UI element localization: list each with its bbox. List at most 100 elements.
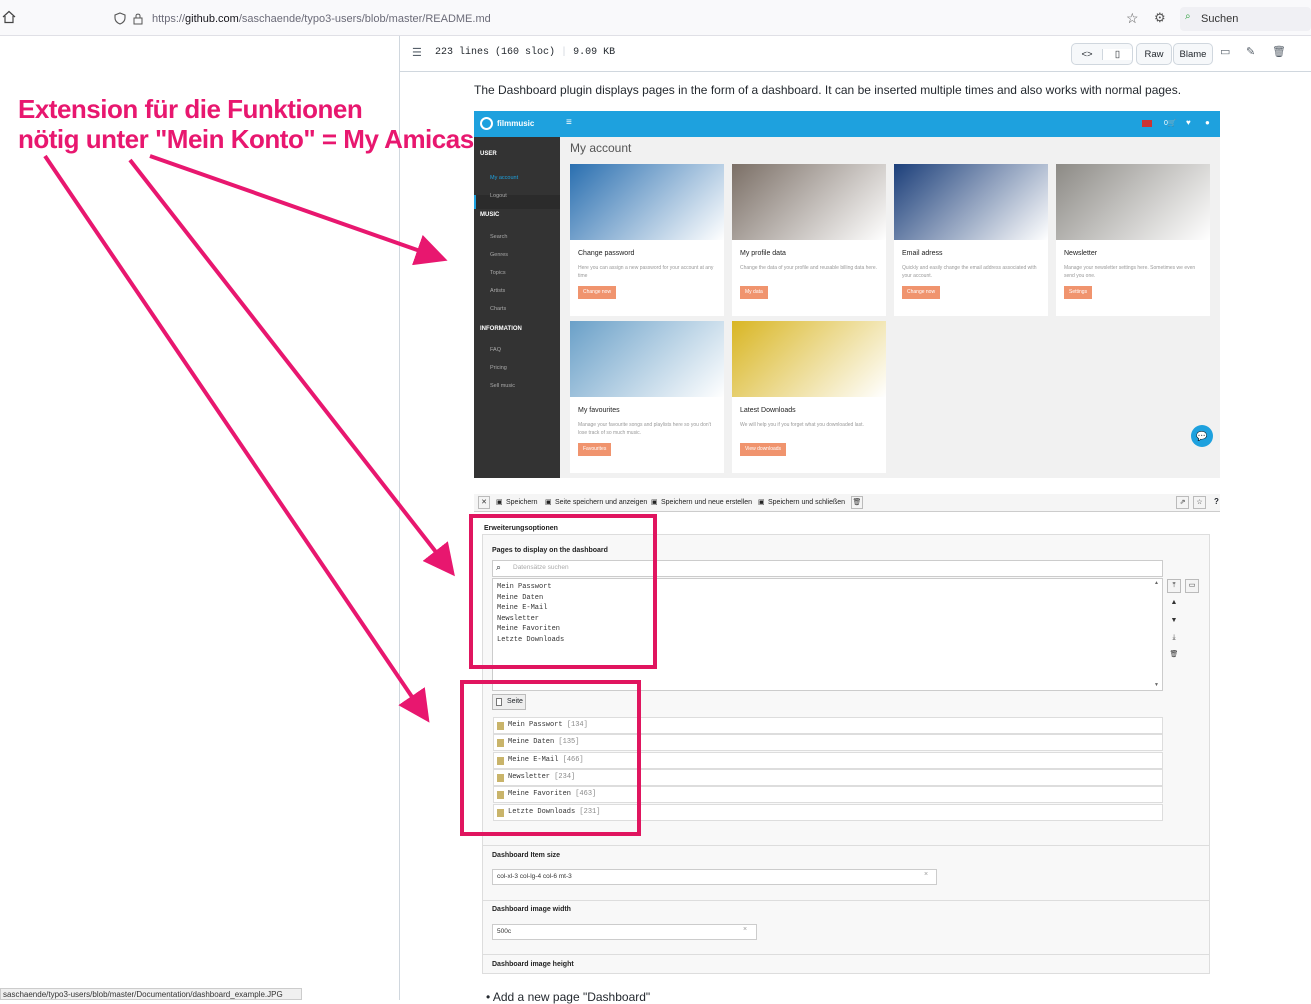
sidebar-active-highlight xyxy=(474,195,560,209)
user-icon: ● xyxy=(1205,118,1210,127)
code-view-icon[interactable]: <> xyxy=(1072,49,1102,60)
browse-folder-icon[interactable]: ▭ xyxy=(1185,579,1199,593)
scroll-up-icon[interactable]: ▲ xyxy=(1154,580,1159,586)
lock-icon[interactable] xyxy=(133,12,143,25)
divider xyxy=(482,845,1210,846)
card-title: Email adress xyxy=(902,250,943,257)
move-down-icon[interactable]: ▼ xyxy=(1167,615,1181,629)
home-icon[interactable] xyxy=(2,10,16,24)
help-icon[interactable]: ? xyxy=(1214,497,1219,506)
move-bottom-icon[interactable]: ⤓ xyxy=(1167,632,1181,646)
url-text[interactable]: https://github.com/saschaende/typo3-user… xyxy=(152,13,491,25)
move-up-icon[interactable]: ▲ xyxy=(1167,597,1181,611)
card-title: Newsletter xyxy=(1064,250,1098,257)
card-button: My data xyxy=(740,286,768,299)
heart-icon: ♥ xyxy=(1186,118,1191,127)
clear-icon[interactable]: × xyxy=(743,926,747,933)
card-description: Here you can assign a new password for y… xyxy=(578,265,714,279)
image-height-label: Dashboard image height xyxy=(492,961,574,968)
filmmusic-screenshot: filmmusic ≡ 0🛒 ♥ ● USER My account Logout M… xyxy=(474,111,1220,478)
delete-icon[interactable]: 🗑 xyxy=(851,496,863,509)
image-width-input[interactable]: 500c xyxy=(492,924,757,940)
dashboard-card: My profile data Change the data of your p… xyxy=(732,164,886,316)
item-size-input[interactable]: col-xl-3 col-lg-4 col-6 mt-3 xyxy=(492,869,937,885)
save-view-button[interactable]: Seite speichern und anzeigen xyxy=(543,496,647,510)
save-close-button[interactable]: Speichern und schließen xyxy=(756,496,845,510)
sidebar-item[interactable]: Search xyxy=(490,234,507,240)
sidebar-item[interactable]: Logout xyxy=(490,193,507,199)
card-title: My favourites xyxy=(578,407,620,414)
card-description: Manage your newsletter settings here. So… xyxy=(1064,265,1196,279)
image-width-label: Dashboard image width xyxy=(492,906,571,913)
readme-bullet: • Add a new page "Dashboard" xyxy=(486,990,651,1004)
shield-icon[interactable] xyxy=(114,12,126,25)
sidebar-section-title: INFORMATION xyxy=(480,326,522,332)
bookmark-star-icon[interactable]: ☆ xyxy=(1126,10,1139,27)
move-top-icon[interactable]: ⤒ xyxy=(1167,579,1181,593)
remove-item-icon[interactable]: 🗑 xyxy=(1167,649,1181,663)
annotation-text: Extension für die Funktionen nötig unter… xyxy=(18,94,474,154)
highlight-box-records xyxy=(460,680,641,836)
annotation-line-1: Extension für die Funktionen xyxy=(18,94,363,124)
save-button[interactable]: Speichern xyxy=(494,496,538,510)
settings-gear-icon[interactable]: ⚙ xyxy=(1154,10,1166,26)
dashboard-card: Change password Here you can assign a new… xyxy=(570,164,724,316)
search-icon: ⌕ xyxy=(1185,11,1191,22)
card-image xyxy=(732,321,886,397)
arrow-to-pages-box xyxy=(128,158,455,577)
readme-intro: The Dashboard plugin displays pages in t… xyxy=(474,83,1182,97)
view-toggle: <> ▯ xyxy=(1071,43,1133,65)
status-bar-url: saschaende/typo3-users/blob/master/Docum… xyxy=(0,988,302,1000)
card-image xyxy=(1056,164,1210,240)
filmmusic-brand: filmmusic xyxy=(497,119,535,128)
file-info: 223 lines (160 sloc) | 9.09 KB xyxy=(435,47,616,58)
search-box[interactable]: ⌕ Suchen xyxy=(1180,7,1311,31)
arrow-to-records-box xyxy=(43,154,430,723)
filmmusic-logo-icon xyxy=(480,117,493,130)
card-description: We will help you if you forget what you … xyxy=(740,422,864,428)
delete-trash-icon[interactable]: 🗑 xyxy=(1272,45,1286,58)
card-image xyxy=(894,164,1048,240)
cart-icon: 0🛒 xyxy=(1164,120,1177,127)
content-divider xyxy=(399,36,400,1000)
highlight-box-pages xyxy=(469,514,657,669)
sidebar-item[interactable]: FAQ xyxy=(490,347,501,353)
desktop-icon[interactable]: ▭ xyxy=(1220,45,1230,58)
outline-list-icon[interactable]: ☰ xyxy=(412,46,422,59)
open-new-window-icon[interactable]: ⇗ xyxy=(1176,496,1189,509)
close-icon[interactable]: ✕ xyxy=(478,496,490,509)
hamburger-menu-icon: ≡ xyxy=(566,117,572,128)
sidebar-item[interactable]: Sell music xyxy=(490,383,515,389)
divider xyxy=(482,900,1210,901)
item-size-label: Dashboard Item size xyxy=(492,852,561,859)
sidebar-item[interactable]: Genres xyxy=(490,252,508,258)
preview-file-icon[interactable]: ▯ xyxy=(1101,48,1132,60)
search-box-label: Suchen xyxy=(1201,13,1239,25)
browser-toolbar: https://github.com/saschaende/typo3-user… xyxy=(0,0,1311,36)
clear-icon[interactable]: × xyxy=(924,871,928,878)
chat-bubble-icon: 💬 xyxy=(1191,425,1213,447)
sidebar-item[interactable]: My account xyxy=(490,175,518,181)
card-button: Change now xyxy=(578,286,617,299)
sidebar-item[interactable]: Topics xyxy=(490,270,506,276)
bookmark-star-icon[interactable]: ☆ xyxy=(1193,496,1206,509)
sidebar-item[interactable]: Pricing xyxy=(490,365,507,371)
sidebar-item[interactable]: Charts xyxy=(490,306,506,312)
filmmusic-heading: My account xyxy=(570,141,632,155)
typo3-toolbar: ✕ Speichern Seite speichern und anzeigen… xyxy=(474,494,1220,512)
card-image xyxy=(732,164,886,240)
dashboard-card: Newsletter Manage your newsletter setting… xyxy=(1056,164,1210,316)
edit-pencil-icon[interactable]: ✎ xyxy=(1246,45,1255,58)
dashboard-card: Latest Downloads We will help you if you … xyxy=(732,321,886,473)
save-new-button[interactable]: Speichern und neue erstellen xyxy=(649,496,752,510)
card-title: Change password xyxy=(578,250,635,257)
sidebar-item[interactable]: Artists xyxy=(490,288,505,294)
scroll-down-icon[interactable]: ▼ xyxy=(1154,682,1159,688)
card-image xyxy=(570,164,724,240)
lines-info: 223 lines (160 sloc) xyxy=(435,47,556,58)
raw-button[interactable]: Raw xyxy=(1136,43,1172,65)
blame-button[interactable]: Blame xyxy=(1173,43,1213,65)
card-title: Latest Downloads xyxy=(740,407,796,414)
card-button: Settings xyxy=(1064,286,1093,299)
us-flag-icon xyxy=(1142,120,1152,127)
